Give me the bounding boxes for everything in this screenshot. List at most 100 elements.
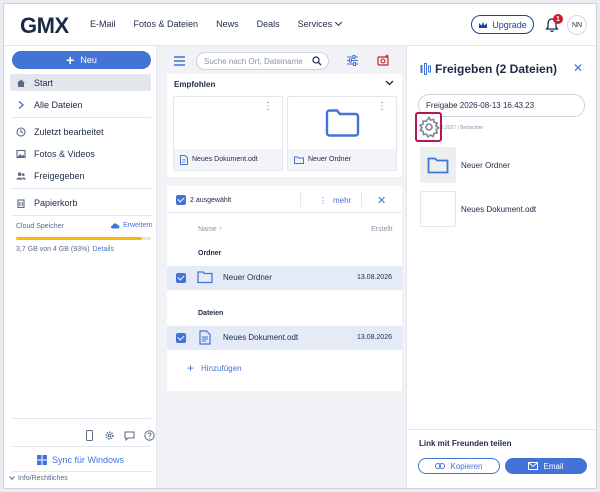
folder-icon (427, 157, 449, 174)
sidebar-item-label: Freigegeben (34, 170, 85, 181)
nav-services[interactable]: Services (297, 18, 343, 29)
gear-icon[interactable] (104, 430, 115, 441)
filter-icon[interactable] (347, 55, 358, 66)
copy-link-button[interactable]: Kopieren (418, 458, 500, 474)
sidebar-item-recent[interactable]: Zuletzt bearbeitet (10, 123, 151, 140)
folder-icon (197, 271, 213, 284)
panel-divider (407, 429, 596, 430)
recommended-tile-document[interactable]: ⋮ Neues Dokument.odt (173, 96, 283, 171)
link-icon (435, 463, 446, 469)
row-name: Neuer Ordner (223, 273, 272, 282)
feedback-icon[interactable] (124, 430, 135, 441)
search-input[interactable]: Suche nach Ort, Dateiname (196, 52, 329, 70)
sync-windows-link[interactable]: Sync für Windows (4, 451, 157, 469)
nav-deals[interactable]: Deals (257, 19, 280, 29)
share-item-folder[interactable]: Neuer Ordner (420, 147, 590, 183)
share-name-field[interactable]: Freigabe 2026-08-13 16.43.23 (418, 94, 585, 117)
menu-icon[interactable] (174, 56, 185, 66)
item-thumbnail (420, 147, 456, 183)
sidebar-divider (12, 471, 151, 472)
item-name: Neues Dokument.odt (461, 204, 537, 214)
sidebar-item-shared[interactable]: Freigegeben (10, 167, 151, 184)
photo-upload-icon[interactable] (377, 54, 390, 67)
crown-icon (479, 21, 488, 28)
new-button[interactable]: + Neu (12, 51, 151, 69)
home-icon (16, 78, 26, 88)
storage-bar-fill (16, 237, 142, 240)
email-link-button[interactable]: Email (505, 458, 587, 474)
more-options-icon[interactable]: ⋮ (263, 102, 273, 112)
nav-services-label: Services (297, 19, 333, 29)
sidebar-item-trash[interactable]: Papierkorb (10, 194, 151, 211)
sidebar: + Neu Start Alle Dateien Zuletzt bearbei… (4, 46, 157, 488)
upgrade-button[interactable]: Upgrade (471, 15, 534, 34)
gear-icon (418, 116, 440, 138)
mobile-icon[interactable] (84, 430, 95, 441)
info-legal-toggle[interactable]: Info/Rechtliches (9, 473, 68, 482)
help-icon[interactable] (144, 430, 155, 441)
chevron-down-icon[interactable] (385, 79, 394, 87)
tile-name: Neues Dokument.odt (192, 156, 258, 163)
group-label-files: Dateien (198, 310, 224, 317)
expand-storage-link[interactable]: Erweitern (110, 222, 153, 229)
sidebar-item-label: Papierkorb (34, 197, 78, 208)
selection-count: 2 ausgewählt (190, 197, 232, 204)
gmx-logo[interactable]: GMX (20, 13, 69, 39)
more-options-icon[interactable]: ⋮ (377, 102, 387, 112)
row-name: Neues Dokument.odt (223, 333, 299, 342)
plus-icon: + (66, 52, 75, 68)
add-button[interactable]: + Hinzufügen (187, 362, 242, 374)
storage-details-link[interactable]: Details (93, 246, 114, 253)
divider (300, 192, 301, 207)
table-row[interactable]: Neuer Ordner 13.08.2026 (167, 266, 402, 290)
sidebar-tools (84, 430, 155, 441)
storage-text: 3,7 GB von 4 GB (93%) Details (16, 246, 114, 253)
row-checkbox[interactable] (176, 273, 186, 283)
nav-news[interactable]: News (216, 19, 239, 29)
users-icon (16, 171, 26, 181)
more-button[interactable]: ⋮ mehr (319, 196, 351, 205)
sidebar-item-all-files[interactable]: Alle Dateien (10, 96, 151, 113)
selection-bar: 2 ausgewählt ⋮ mehr ✕ (167, 186, 402, 213)
close-icon[interactable]: ✕ (377, 194, 386, 207)
expand-storage-label: Erweitern (123, 222, 153, 229)
share-settings-button[interactable] (415, 112, 442, 142)
nav-email[interactable]: E-Mail (90, 19, 116, 29)
folder-icon (325, 109, 360, 137)
sidebar-divider (12, 117, 151, 118)
more-dots-icon: ⋮ (319, 196, 327, 205)
recommended-section: Empfohlen ⋮ Neues Dokument.odt ⋮ Neuer O… (167, 74, 402, 177)
sidebar-divider (12, 215, 151, 216)
nav-photos-files[interactable]: Fotos & Dateien (134, 19, 199, 29)
document-icon (199, 330, 211, 345)
sidebar-item-photos[interactable]: Fotos & Videos (10, 145, 151, 162)
sidebar-item-label: Alle Dateien (34, 99, 83, 110)
info-legal-label: Info/Rechtliches (18, 475, 68, 482)
envelope-icon (528, 462, 539, 470)
storage-usage: 3,7 GB von 4 GB (93%) (16, 246, 90, 253)
table-row[interactable]: Neues Dokument.odt 13.08.2026 (167, 326, 402, 350)
close-icon[interactable]: ✕ (573, 61, 583, 75)
image-icon (16, 149, 26, 159)
search-placeholder: Suche nach Ort, Dateiname (204, 56, 303, 66)
share-link-title: Link mit Freunden teilen (419, 439, 512, 448)
sidebar-divider (12, 446, 151, 447)
column-name-label: Name (198, 226, 217, 233)
file-toolbar: Suche nach Ort, Dateiname (164, 52, 404, 72)
avatar[interactable]: NN (567, 15, 587, 35)
app-window: GMX E-Mail Fotos & Dateien News Deals Se… (3, 3, 597, 489)
select-all-checkbox[interactable] (176, 195, 186, 205)
tile-footer: Neues Dokument.odt (174, 149, 282, 170)
row-checkbox[interactable] (176, 333, 186, 343)
row-date: 13.08.2026 (356, 334, 392, 341)
column-header-created[interactable]: Erstellt (371, 226, 392, 233)
panel-title: Freigeben (2 Dateien) (435, 62, 558, 76)
column-header-name[interactable]: Name ↑ (198, 226, 222, 233)
share-item-document[interactable]: Neues Dokument.odt (420, 191, 590, 227)
sidebar-divider (12, 418, 151, 419)
recommended-title: Empfohlen (174, 80, 216, 89)
sidebar-item-start[interactable]: Start (10, 74, 151, 91)
more-label: mehr (333, 196, 352, 205)
recommended-tile-folder[interactable]: ⋮ Neuer Ordner (287, 96, 397, 171)
folder-icon (294, 156, 304, 164)
